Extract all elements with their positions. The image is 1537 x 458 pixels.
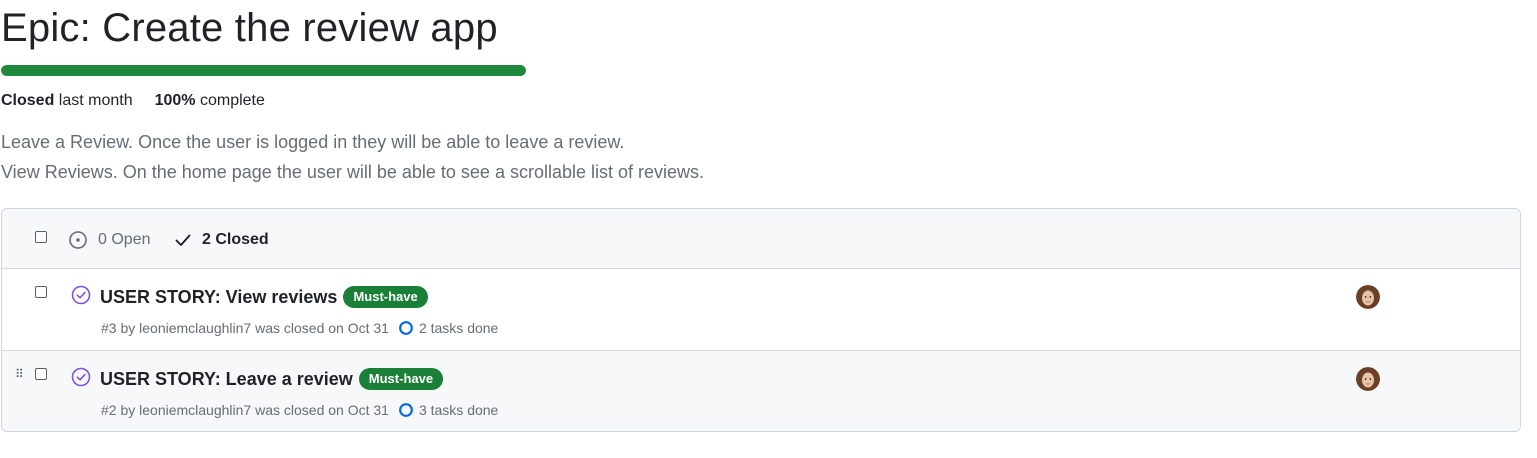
issue-meta: #2 by leoniemclaughlin7 was closed on Oc… — [101, 401, 498, 419]
tasks-progress: 2 tasks done — [398, 319, 498, 337]
label-badge[interactable]: Must-have — [358, 368, 444, 390]
avatar-image — [1356, 367, 1380, 391]
select-all-checkbox[interactable] — [35, 231, 47, 243]
avatar[interactable] — [1356, 285, 1380, 309]
open-filter[interactable]: 0 Open — [68, 229, 150, 251]
description-line: View Reviews. On the home page the user … — [1, 162, 705, 182]
issue-meta-text: #3 by leoniemclaughlin7 was closed on Oc… — [101, 320, 389, 336]
progress-bar — [1, 65, 526, 76]
task-progress-icon — [399, 403, 413, 417]
issue-closed-icon — [71, 285, 91, 305]
status-label: Closed — [1, 92, 55, 109]
issue-open-icon — [69, 231, 87, 249]
issue-meta: #3 by leoniemclaughlin7 was closed on Oc… — [101, 319, 498, 337]
drag-handle-icon[interactable]: ⠿ — [15, 368, 24, 380]
issue-row[interactable]: ⠿ USER STORY: Leave a review Must-have #… — [2, 351, 1520, 431]
page-title: Epic: Create the review app — [1, 6, 498, 50]
closed-filter[interactable]: 2 Closed — [174, 229, 269, 251]
status-time: last month — [54, 92, 133, 109]
tasks-done-text: 3 tasks done — [418, 402, 499, 418]
issue-title-link[interactable]: USER STORY: Leave a review — [100, 366, 353, 392]
issue-checkbox[interactable] — [35, 368, 47, 380]
task-progress-icon — [399, 321, 413, 335]
issue-title-link[interactable]: USER STORY: View reviews — [100, 284, 337, 310]
epic-meta: Closed last month 100% complete — [1, 91, 265, 111]
tasks-done-text: 2 tasks done — [418, 320, 499, 336]
epic-page: Epic: Create the review app Closed last … — [0, 0, 1537, 458]
open-count: 0 Open — [98, 231, 151, 248]
label-badge[interactable]: Must-have — [343, 286, 428, 308]
avatar[interactable] — [1356, 367, 1380, 391]
description-line: Leave a Review. Once the user is logged … — [1, 132, 625, 152]
epic-description: Leave a Review. Once the user is logged … — [1, 127, 704, 187]
complete-percent: 100% — [154, 92, 196, 109]
issue-meta-text: #2 by leoniemclaughlin7 was closed on Oc… — [101, 402, 389, 418]
issue-list: 0 Open 2 Closed USER STORY: View reviews… — [1, 208, 1521, 432]
issue-title-row: USER STORY: View reviews Must-have — [100, 284, 428, 310]
issue-list-header: 0 Open 2 Closed — [2, 209, 1520, 269]
tasks-progress: 3 tasks done — [398, 401, 498, 419]
avatar-image — [1356, 285, 1380, 309]
issue-checkbox[interactable] — [35, 286, 47, 298]
issue-closed-icon — [71, 367, 91, 387]
issue-row[interactable]: USER STORY: View reviews Must-have #3 by… — [2, 269, 1520, 351]
progress-fill — [1, 65, 526, 76]
check-icon — [175, 234, 191, 246]
issue-title-row: USER STORY: Leave a review Must-have — [100, 366, 444, 392]
complete-text: complete — [195, 92, 265, 109]
closed-count: 2 Closed — [202, 231, 269, 248]
